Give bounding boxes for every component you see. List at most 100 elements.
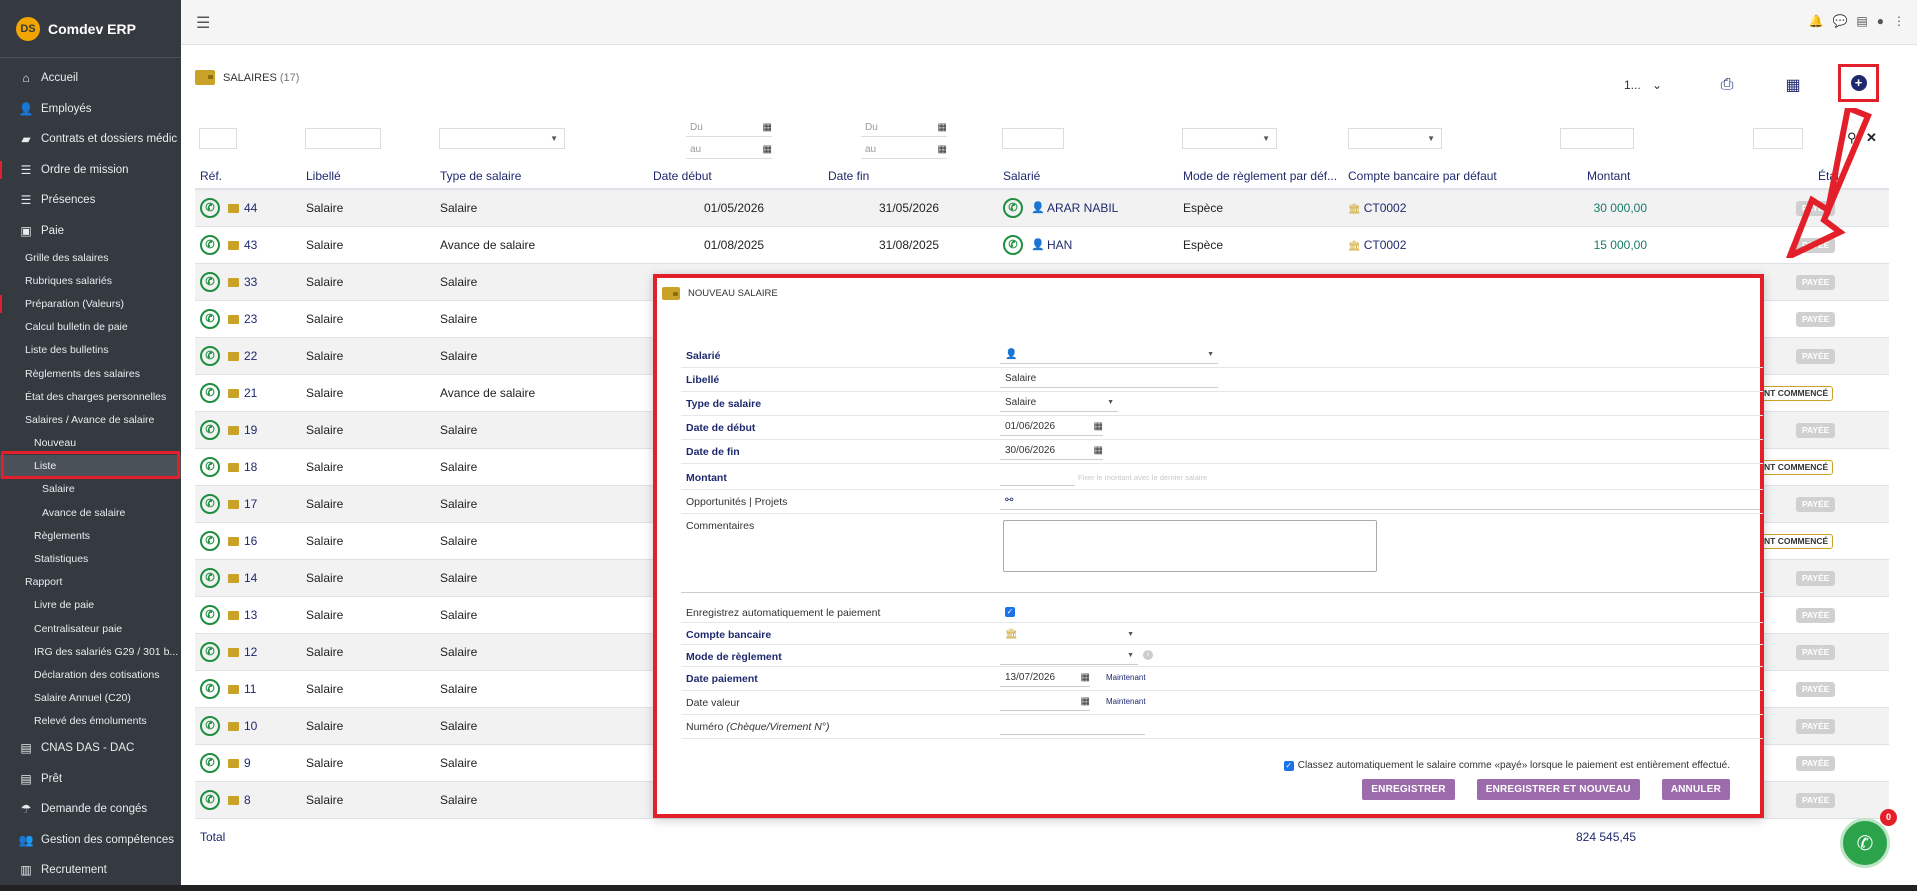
whatsapp-icon[interactable]: ✆ bbox=[200, 568, 220, 588]
sidebar-subitem[interactable]: Avance de salaire bbox=[0, 501, 181, 524]
cell-ref[interactable]: 33 bbox=[244, 275, 257, 289]
whatsapp-icon[interactable]: ✆ bbox=[200, 235, 220, 255]
now-link-paiement[interactable]: Maintenant bbox=[1106, 673, 1146, 682]
cell-salarie[interactable]: HAN bbox=[1047, 238, 1072, 252]
cell-ref[interactable]: 11 bbox=[244, 682, 256, 696]
whatsapp-chat-button[interactable]: ✆ bbox=[1840, 818, 1890, 868]
calendar-icon[interactable]: ▦ bbox=[1081, 672, 1090, 683]
montant-input[interactable] bbox=[1000, 468, 1075, 486]
notification-icon[interactable]: 🔔 bbox=[1809, 14, 1824, 28]
filter-libelle[interactable] bbox=[305, 128, 381, 149]
more-vertical-icon[interactable]: ⋮ bbox=[1893, 14, 1905, 28]
cell-ref[interactable]: 8 bbox=[244, 793, 251, 807]
sidebar-subitem[interactable]: Livre de paie bbox=[0, 594, 181, 617]
cell-ref[interactable]: 21 bbox=[244, 386, 257, 400]
filter-fin-au[interactable]: au ▦ bbox=[861, 140, 947, 159]
table-row[interactable]: ✆ 43 Salaire Avance de salaire 01/08/2025 31/… bbox=[195, 227, 1889, 264]
cell-ref[interactable]: 44 bbox=[244, 201, 257, 215]
calendar-icon[interactable]: ▦ bbox=[763, 144, 772, 155]
sidebar-item[interactable]: ▥ Recrutement bbox=[0, 855, 181, 886]
filter-compte[interactable]: ▼ bbox=[1348, 128, 1442, 149]
col-compte[interactable]: Compte bancaire par défaut bbox=[1348, 169, 1497, 183]
sidebar-subitem[interactable]: Préparation (Valeurs) bbox=[0, 292, 181, 315]
filter-ref[interactable] bbox=[199, 128, 237, 149]
sidebar-item[interactable]: ▤ Prêt bbox=[0, 763, 181, 794]
mode-select[interactable]: ▼ bbox=[1000, 647, 1138, 665]
fin-date-input[interactable]: 30/06/2026 ▦ bbox=[1000, 442, 1103, 460]
cell-ref[interactable]: 22 bbox=[244, 349, 257, 363]
col-montant[interactable]: Montant bbox=[1587, 169, 1630, 183]
filter-type[interactable]: ▼ bbox=[439, 128, 565, 149]
sidebar-subitem[interactable]: Centralisateur paie bbox=[0, 617, 181, 640]
cell-ref[interactable]: 12 bbox=[244, 645, 257, 659]
col-type[interactable]: Type de salaire bbox=[440, 169, 521, 183]
sidebar-subitem[interactable]: État des charges personnelles bbox=[0, 385, 181, 408]
cell-ref[interactable]: 23 bbox=[244, 312, 257, 326]
type-select[interactable]: Salaire ▼ bbox=[1000, 394, 1118, 412]
libelle-input[interactable]: Salaire bbox=[1000, 370, 1218, 388]
col-salarie[interactable]: Salarié bbox=[1003, 169, 1040, 183]
whatsapp-icon[interactable]: ✆ bbox=[200, 790, 220, 810]
debut-date-input[interactable]: 01/06/2026 ▦ bbox=[1000, 418, 1103, 436]
salarie-select[interactable]: 👤 ▼ bbox=[1000, 346, 1218, 364]
whatsapp-icon[interactable]: ✆ bbox=[200, 494, 220, 514]
sidebar-subitem[interactable]: Statistiques bbox=[0, 547, 181, 570]
sidebar-subitem[interactable]: Salaire Annuel (C20) bbox=[0, 687, 181, 710]
col-fin[interactable]: Date fin bbox=[828, 169, 869, 183]
cell-ref[interactable]: 16 bbox=[244, 534, 257, 548]
whatsapp-icon[interactable]: ✆ bbox=[200, 309, 220, 329]
date-valeur-input[interactable]: ▦ bbox=[1000, 693, 1090, 711]
cell-ref[interactable]: 9 bbox=[244, 756, 251, 770]
sidebar-subitem[interactable]: Salaires / Avance de salaire bbox=[0, 408, 181, 431]
whatsapp-icon[interactable]: ✆ bbox=[200, 383, 220, 403]
col-libelle[interactable]: Libellé bbox=[306, 169, 341, 183]
whatsapp-icon[interactable]: ✆ bbox=[1003, 235, 1023, 255]
export-excel-button[interactable]: ▦ bbox=[1775, 68, 1811, 102]
cancel-button[interactable]: ANNULER bbox=[1661, 779, 1730, 800]
sidebar-subitem[interactable]: Liste bbox=[0, 454, 181, 478]
date-paiement-input[interactable]: 13/07/2026 ▦ bbox=[1000, 669, 1090, 687]
cell-ref[interactable]: 43 bbox=[244, 238, 257, 252]
numero-input[interactable] bbox=[1000, 717, 1145, 735]
sidebar-subitem[interactable]: Règlements bbox=[0, 524, 181, 547]
whatsapp-icon[interactable]: ✆ bbox=[200, 198, 220, 218]
calendar-icon[interactable]: ▦ bbox=[938, 122, 947, 133]
commentaires-textarea[interactable] bbox=[1003, 520, 1377, 572]
save-button[interactable]: ENREGISTRER bbox=[1362, 779, 1455, 800]
whatsapp-icon[interactable]: ✆ bbox=[200, 642, 220, 662]
filter-salarie[interactable] bbox=[1002, 128, 1064, 149]
auto-classify-checkbox[interactable]: ✓ bbox=[1283, 760, 1294, 771]
cell-ref[interactable]: 13 bbox=[244, 608, 257, 622]
save-and-new-button[interactable]: ENREGISTRER ET NOUVEAU bbox=[1476, 779, 1640, 800]
sidebar-subitem[interactable]: Nouveau bbox=[0, 432, 181, 455]
cell-ref[interactable]: 10 bbox=[244, 719, 257, 733]
whatsapp-icon[interactable]: ✆ bbox=[200, 420, 220, 440]
sidebar-subitem[interactable]: Grille des salaires bbox=[0, 246, 181, 269]
sidebar-item[interactable]: 👤 Employés bbox=[0, 94, 181, 125]
sidebar-subitem[interactable]: Déclaration des cotisations bbox=[0, 663, 181, 686]
chat-icon[interactable]: 💬 bbox=[1832, 14, 1847, 28]
calendar-icon[interactable]: ▦ bbox=[1094, 445, 1103, 456]
col-mode[interactable]: Mode de règlement par déf... bbox=[1183, 169, 1337, 183]
sidebar-subitem[interactable]: Rubriques salariés bbox=[0, 269, 181, 292]
whatsapp-icon[interactable]: ✆ bbox=[200, 753, 220, 773]
sidebar-subitem[interactable]: Règlements des salaires bbox=[0, 362, 181, 385]
now-link-valeur[interactable]: Maintenant bbox=[1106, 697, 1146, 706]
sidebar-subitem[interactable]: Relevé des émoluments bbox=[0, 710, 181, 733]
calendar-icon[interactable]: ▦ bbox=[938, 144, 947, 155]
whatsapp-icon[interactable]: ✆ bbox=[200, 679, 220, 699]
cell-compte[interactable]: 🏛 CT0002 bbox=[1348, 201, 1406, 215]
cell-ref[interactable]: 18 bbox=[244, 460, 257, 474]
print-button[interactable]: ⎙ bbox=[1709, 68, 1745, 102]
whatsapp-icon[interactable]: ✆ bbox=[200, 457, 220, 477]
whatsapp-icon[interactable]: ✆ bbox=[200, 531, 220, 551]
add-button[interactable]: + bbox=[1838, 64, 1879, 102]
filter-mode[interactable]: ▼ bbox=[1182, 128, 1277, 149]
sidebar-subitem[interactable]: Rapport bbox=[0, 571, 181, 594]
sidebar-item[interactable]: ▣ Paie bbox=[0, 216, 181, 247]
sidebar-item[interactable]: ▰ Contrats et dossiers médic bbox=[0, 124, 181, 155]
calendar-icon[interactable]: ▦ bbox=[1081, 696, 1090, 707]
montant-hint[interactable]: Fixer le montant avec le dernier salaire bbox=[1078, 473, 1207, 482]
whatsapp-icon[interactable]: ✆ bbox=[200, 716, 220, 736]
whatsapp-icon[interactable]: ✆ bbox=[1003, 198, 1023, 218]
